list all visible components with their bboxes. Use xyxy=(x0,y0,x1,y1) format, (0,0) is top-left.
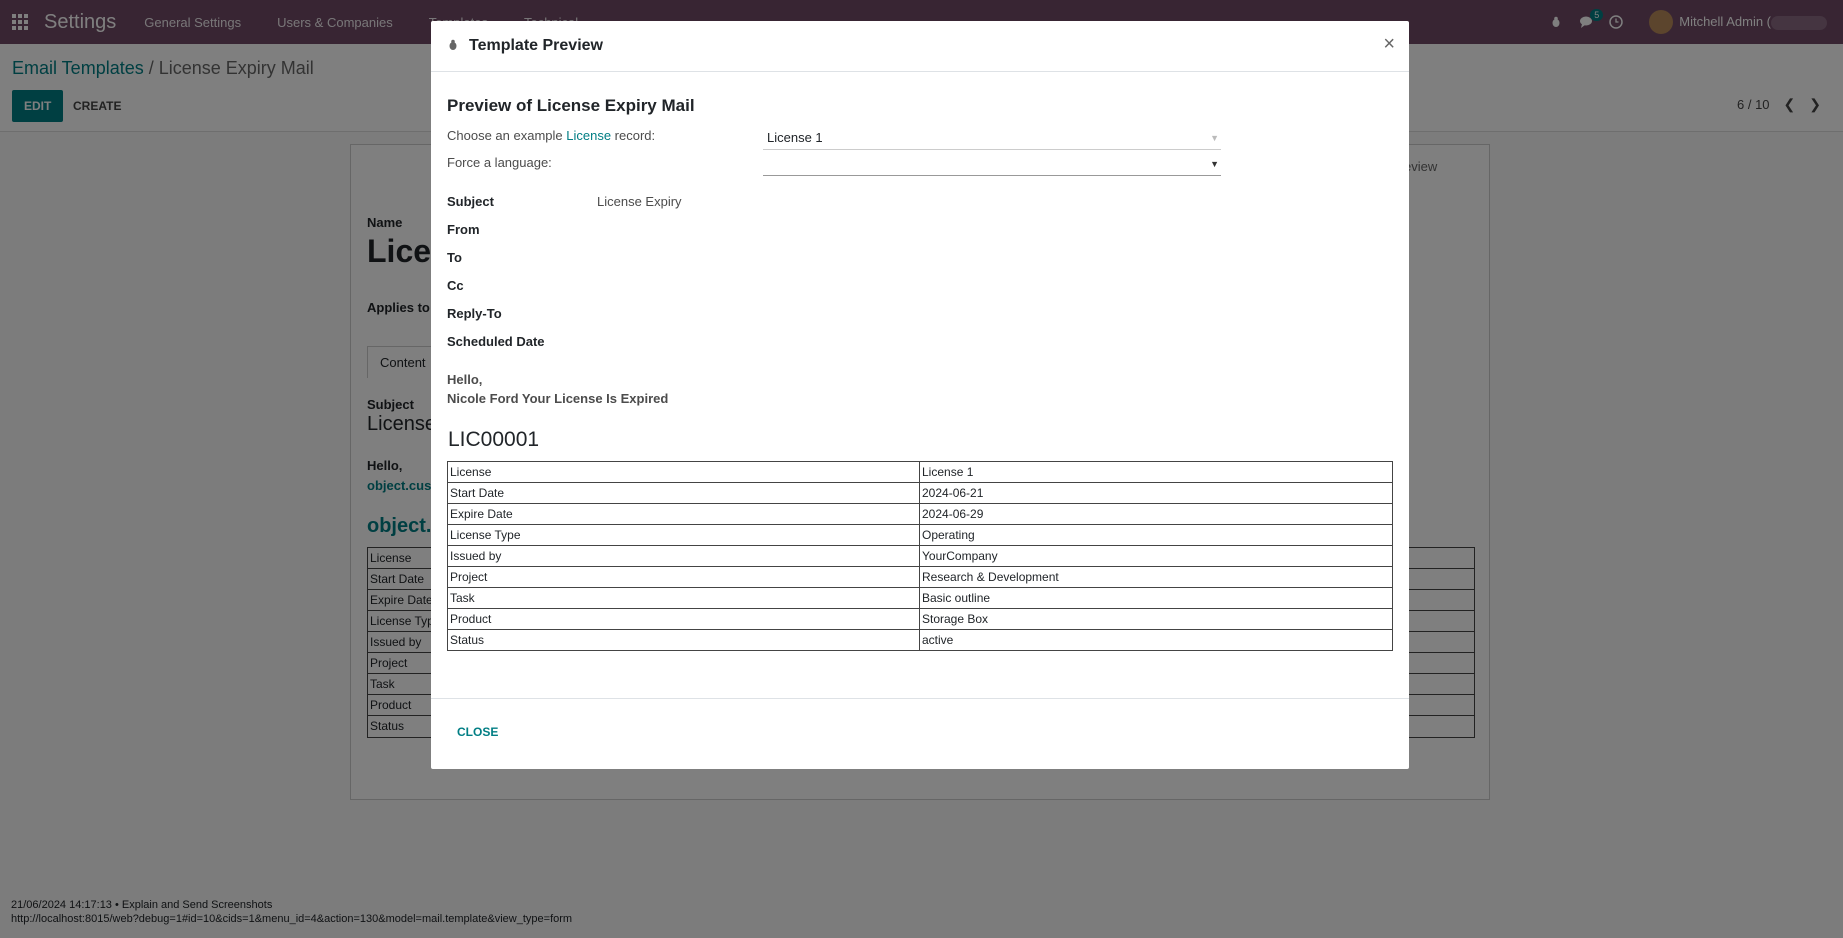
record-select-value: License 1 xyxy=(767,130,823,145)
table-row: Expire Date 2024-06-29 xyxy=(447,503,1393,525)
template-preview-dialog: Template Preview × Preview of License Ex… xyxy=(431,21,1409,769)
license-table: License License 1 Start Date 2024-06-21 Ex… xyxy=(447,461,1393,651)
choose-record-suffix: record: xyxy=(611,128,656,143)
table-cell-label: Project xyxy=(447,566,920,588)
scheduled-date-label: Scheduled Date xyxy=(447,334,545,349)
modal-header: Template Preview × xyxy=(431,21,1409,72)
force-language-label: Force a language: xyxy=(447,155,552,170)
table-cell-label: Status xyxy=(447,629,920,651)
table-row: Issued by YourCompany xyxy=(447,545,1393,567)
table-cell-value: active xyxy=(919,629,1393,651)
table-row: Task Basic outline xyxy=(447,587,1393,609)
choose-record-prefix: Choose an example xyxy=(447,128,567,143)
table-cell-value: Research & Development xyxy=(919,566,1393,588)
subject-value: License Expiry xyxy=(597,194,682,209)
close-button[interactable]: CLOSE xyxy=(457,725,498,739)
table-cell-value: 2024-06-21 xyxy=(919,482,1393,504)
table-row: Start Date 2024-06-21 xyxy=(447,482,1393,504)
table-row: Status active xyxy=(447,629,1393,651)
table-row: Product Storage Box xyxy=(447,608,1393,630)
modal-body: Preview of License Expiry Mail Choose an… xyxy=(431,72,1409,698)
table-cell-label: Product xyxy=(447,608,920,630)
table-cell-label: License Type xyxy=(447,524,920,546)
reply-to-label: Reply-To xyxy=(447,306,502,321)
license-reference: LIC00001 xyxy=(448,428,540,451)
modal-footer: CLOSE xyxy=(431,698,1409,769)
modal-title: Template Preview xyxy=(469,37,603,54)
table-cell-label: Expire Date xyxy=(447,503,920,525)
language-select[interactable]: ▼ xyxy=(763,152,1221,176)
choose-record-label: Choose an example License record: xyxy=(447,128,655,143)
close-icon[interactable]: × xyxy=(1383,33,1395,56)
table-cell-value: 2024-06-29 xyxy=(919,503,1393,525)
record-select[interactable]: License 1 ▼ xyxy=(763,126,1221,150)
subject-label: Subject xyxy=(447,194,494,209)
email-body-hello: Hello, xyxy=(447,372,483,387)
table-cell-label: Task xyxy=(447,587,920,609)
choose-record-link: License xyxy=(566,128,612,143)
table-cell-value: Storage Box xyxy=(919,608,1393,630)
table-cell-label: Start Date xyxy=(447,482,920,504)
to-label: To xyxy=(447,250,462,265)
email-body-line: Nicole Ford Your License Is Expired xyxy=(447,391,669,406)
chevron-down-icon: ▼ xyxy=(1210,159,1219,169)
table-row: Project Research & Development xyxy=(447,566,1393,588)
preview-heading: Preview of License Expiry Mail xyxy=(447,96,695,115)
bug-icon xyxy=(447,38,459,54)
from-label: From xyxy=(447,222,480,237)
cc-label: Cc xyxy=(447,278,464,293)
table-cell-label: Issued by xyxy=(447,545,920,567)
table-row: License License 1 xyxy=(447,461,1393,483)
table-cell-value: License 1 xyxy=(919,461,1393,483)
table-row: License Type Operating xyxy=(447,524,1393,546)
table-cell-value: YourCompany xyxy=(919,545,1393,567)
table-cell-value: Operating xyxy=(919,524,1393,546)
chevron-down-icon: ▼ xyxy=(1210,133,1219,143)
table-cell-value: Basic outline xyxy=(919,587,1393,609)
table-cell-label: License xyxy=(447,461,920,483)
